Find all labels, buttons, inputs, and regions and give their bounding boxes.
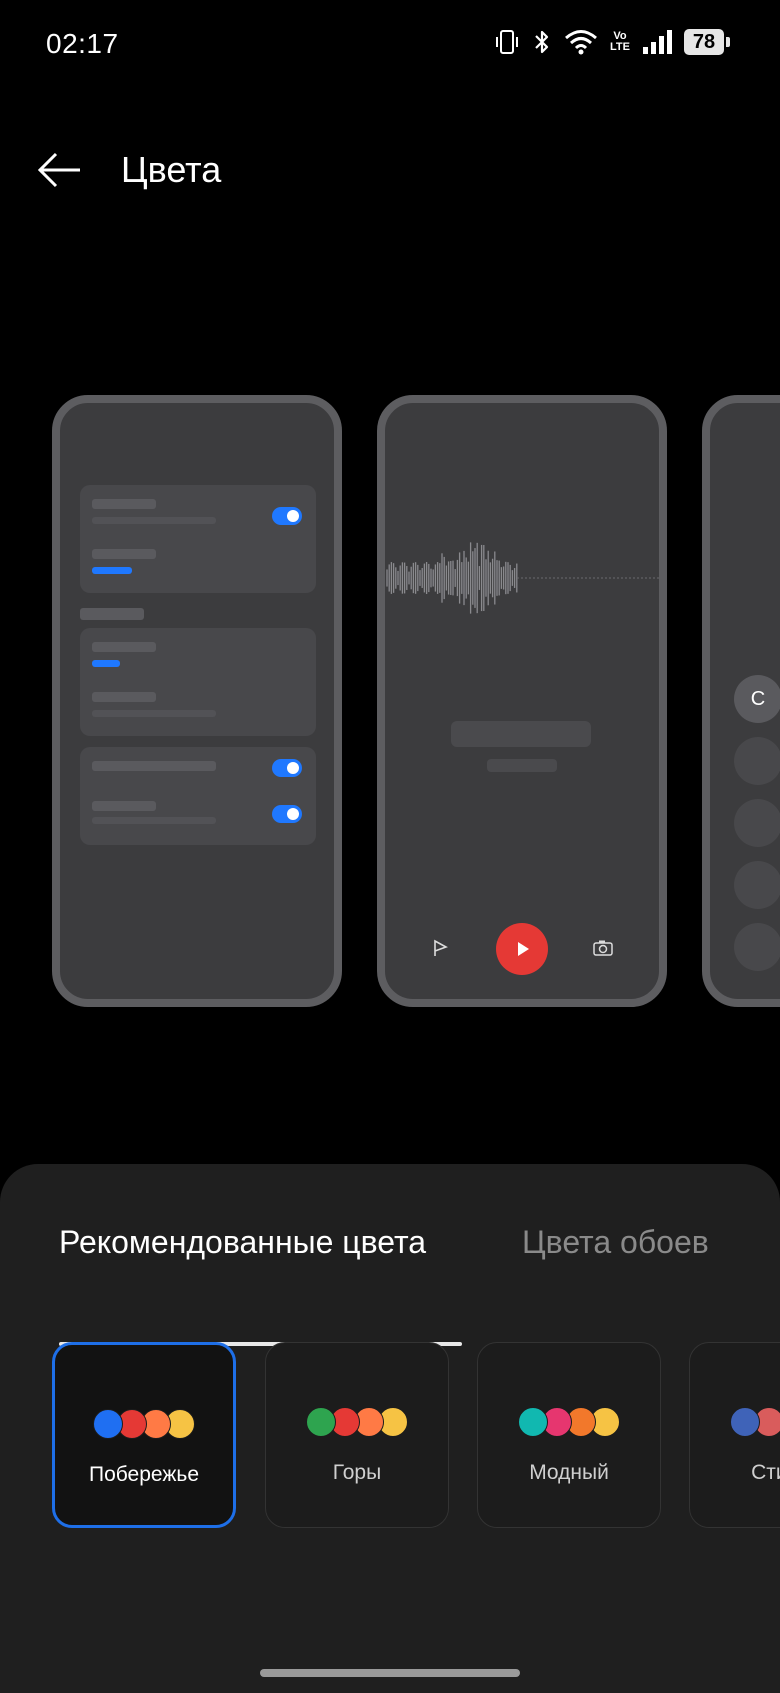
palette-swatches — [55, 1409, 233, 1441]
color-swatch — [93, 1409, 123, 1439]
palette-label: Побережье — [88, 1463, 200, 1486]
dial-key — [734, 861, 780, 909]
palette-option[interactable]: Побережье — [52, 1342, 236, 1528]
battery-tip — [726, 37, 730, 47]
header: Цвета — [0, 140, 780, 200]
preview-recorder — [377, 395, 667, 1007]
wifi-icon — [564, 28, 598, 56]
play-icon — [496, 923, 548, 975]
tab-bar: Рекомендованные цвета Цвета обоев — [59, 1224, 780, 1346]
palette-label: Модный — [529, 1461, 609, 1484]
page-title: Цвета — [121, 149, 222, 190]
palette-option[interactable]: Стиль — [689, 1342, 780, 1528]
preview-card — [80, 747, 316, 845]
preview-dialer: C — [702, 395, 780, 1007]
palette-option[interactable]: Модный — [477, 1342, 661, 1528]
battery-level: 78 — [684, 29, 724, 55]
preview-card — [80, 628, 316, 736]
home-indicator[interactable] — [260, 1669, 520, 1677]
palette-swatches — [690, 1407, 780, 1439]
dial-key: C — [734, 675, 780, 723]
signal-icon — [642, 29, 672, 55]
battery-icon: 78 — [684, 29, 730, 55]
color-swatch — [730, 1407, 760, 1437]
volte-bottom: LTE — [610, 41, 630, 53]
dial-key — [734, 737, 780, 785]
palette-label: Стиль — [751, 1461, 780, 1484]
color-swatch — [518, 1407, 548, 1437]
flag-icon — [433, 939, 449, 962]
dial-key — [734, 923, 780, 971]
toggle-switch — [272, 805, 302, 823]
status-bar: 02:17 Vo LTE 78 — [0, 0, 780, 90]
back-button[interactable] — [36, 146, 84, 194]
dial-key — [734, 799, 780, 847]
preview-card — [80, 485, 316, 593]
toggle-switch — [272, 507, 302, 525]
theme-preview-carousel[interactable]: C — [0, 395, 780, 1007]
palette-swatches — [478, 1407, 660, 1439]
color-sheet: Рекомендованные цвета Цвета обоев Побере… — [0, 1164, 780, 1693]
palette-list: Побережье Горы Модный Стиль — [0, 1342, 780, 1532]
color-swatch — [306, 1407, 336, 1437]
status-time: 02:17 — [46, 28, 119, 59]
status-icons: Vo LTE 78 — [494, 28, 730, 56]
waveform — [386, 542, 659, 614]
preview-settings — [52, 395, 342, 1007]
volte-icon: Vo LTE — [610, 31, 630, 53]
palette-label: Горы — [332, 1461, 382, 1484]
vibrate-icon — [494, 28, 520, 56]
palette-swatches — [266, 1407, 448, 1439]
bluetooth-icon — [532, 28, 552, 56]
tab-wallpaper-colors[interactable]: Цвета обоев — [522, 1224, 709, 1261]
tab-recommended-colors[interactable]: Рекомендованные цвета — [59, 1224, 426, 1261]
toggle-switch — [272, 759, 302, 777]
arrow-left-icon — [37, 152, 80, 188]
palette-option[interactable]: Горы — [265, 1342, 449, 1528]
camera-icon — [593, 939, 615, 962]
